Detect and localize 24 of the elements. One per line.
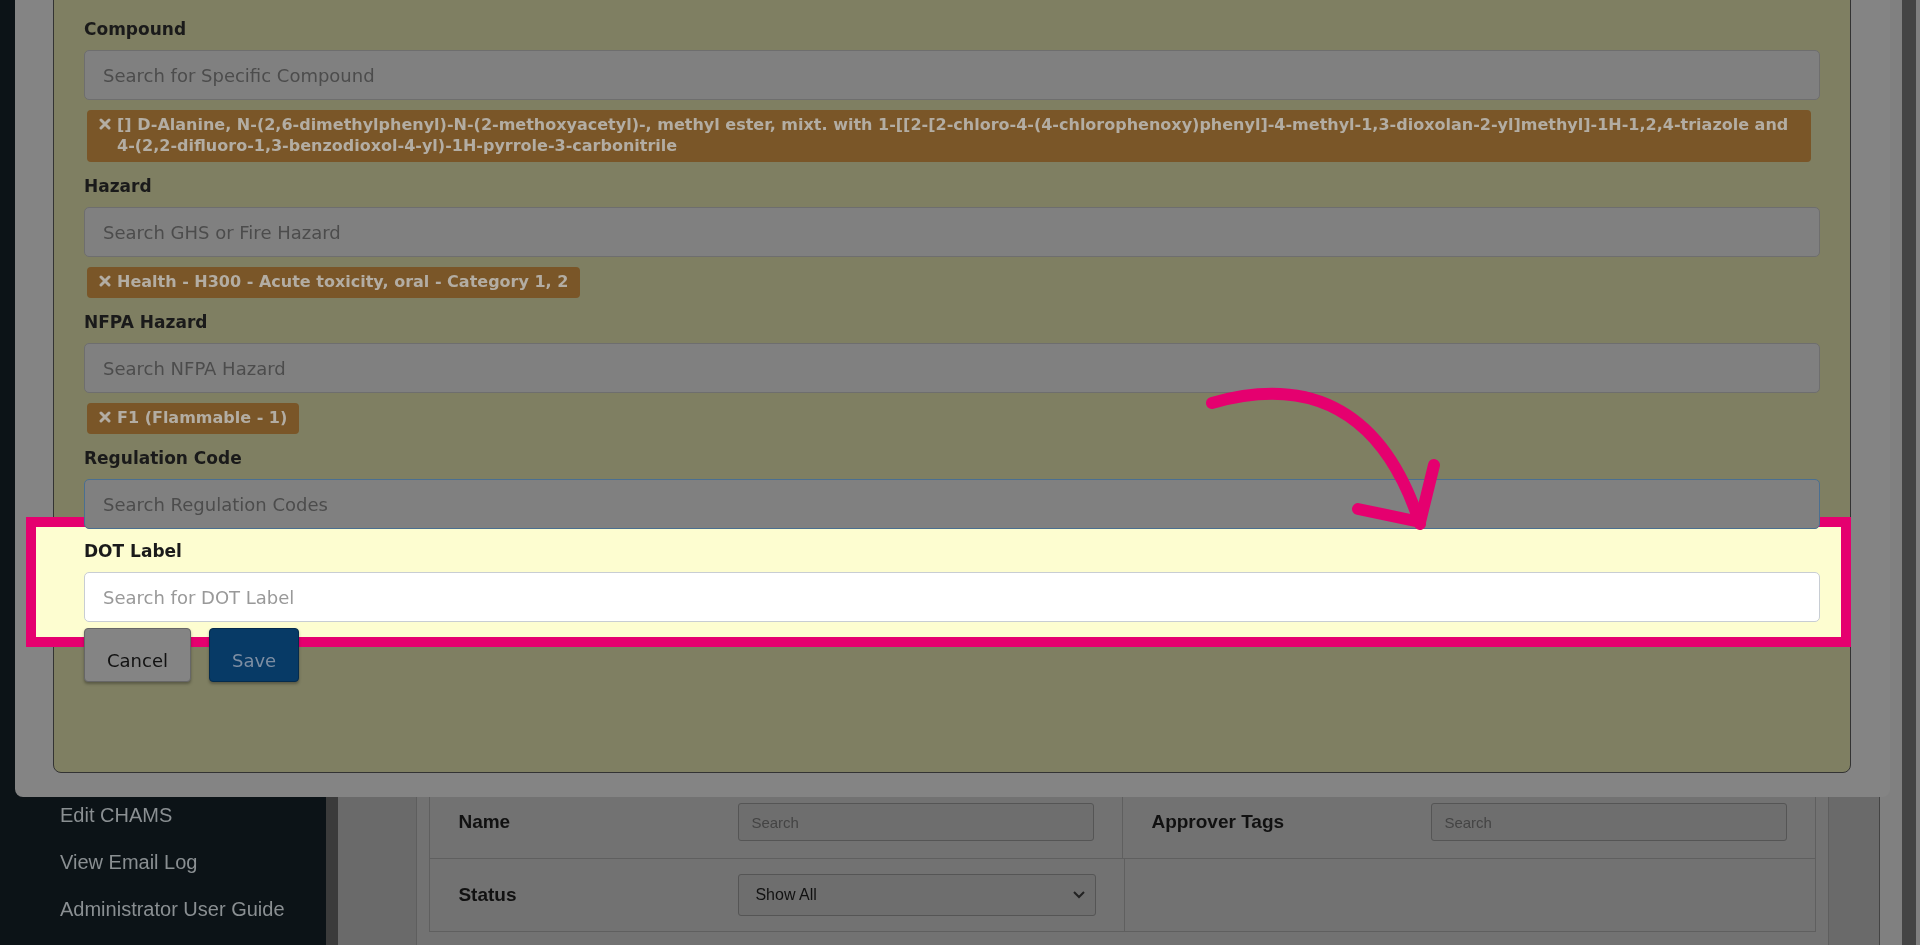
sidebar-link[interactable]: Edit CHAMS [60, 804, 173, 827]
tag-text: [] D-Alanine, N-(2,6-dimethylphenyl)-N-(2-methoxyacetyl)-, methyl ester, mixt. with 1-[[2-[2-chloro-4-(4-chlorophenoxy)phenyl]-4-methyl-1,3-dioxolan-2-yl]methyl]-1H-1,2,4-triazole and 4-(2,2-difluoro-1,3-benzodioxol-4-yl)-1H-pyrrole-3-carbonitrile [117, 114, 1790, 156]
save-button[interactable]: Save [209, 628, 300, 682]
selected-tag[interactable]: F1 (Flammable - 1) [87, 403, 300, 434]
field-label: Regulation Code [84, 448, 243, 468]
close-icon[interactable] [99, 118, 111, 130]
tag-text: F1 (Flammable - 1) [117, 407, 288, 428]
selected-tag[interactable] [87, 110, 1811, 162]
selected-tag[interactable]: Health - H300 - Acute toxicity, oral - Category 1, 2 [87, 267, 581, 298]
cancel-button[interactable]: Cancel [84, 628, 191, 682]
close-icon[interactable] [99, 411, 111, 423]
sidebar-link[interactable]: Administrator User Guide [60, 898, 285, 921]
chevron-down-icon [1073, 891, 1086, 899]
filter-label: Approver Tags [1151, 811, 1286, 833]
field-label: DOT Label [84, 541, 183, 561]
tag-text: Health - H300 - Acute toxicity, oral - Category 1, 2 [117, 271, 569, 292]
status-dropdown[interactable]: Show All [738, 874, 1097, 916]
filter-label: Status [458, 884, 518, 906]
sidebar-link[interactable]: View Email Log [60, 851, 198, 874]
field-label: Compound [84, 19, 188, 39]
filter-label: Name [458, 811, 512, 833]
close-icon[interactable] [99, 275, 111, 287]
field-label: Hazard [84, 176, 153, 196]
field-label: NFPA Hazard [84, 312, 209, 332]
